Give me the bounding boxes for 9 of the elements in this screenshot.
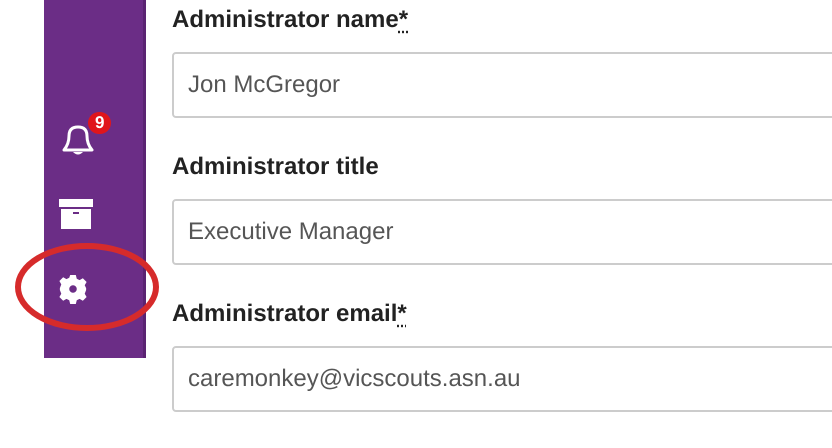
archive-box-icon[interactable] bbox=[58, 198, 94, 230]
input-field[interactable]: Jon McGregor bbox=[172, 52, 832, 118]
notification-badge: 9 bbox=[88, 112, 112, 134]
field-label: Administrator title bbox=[172, 152, 379, 182]
settings-icon[interactable] bbox=[58, 274, 88, 304]
input-field[interactable]: caremonkey@vicscouts.asn.au bbox=[172, 346, 832, 412]
field-label: Administrator email* bbox=[172, 299, 407, 329]
input-field[interactable]: Executive Manager bbox=[172, 199, 832, 265]
field-label: Administrator name* bbox=[172, 5, 408, 35]
